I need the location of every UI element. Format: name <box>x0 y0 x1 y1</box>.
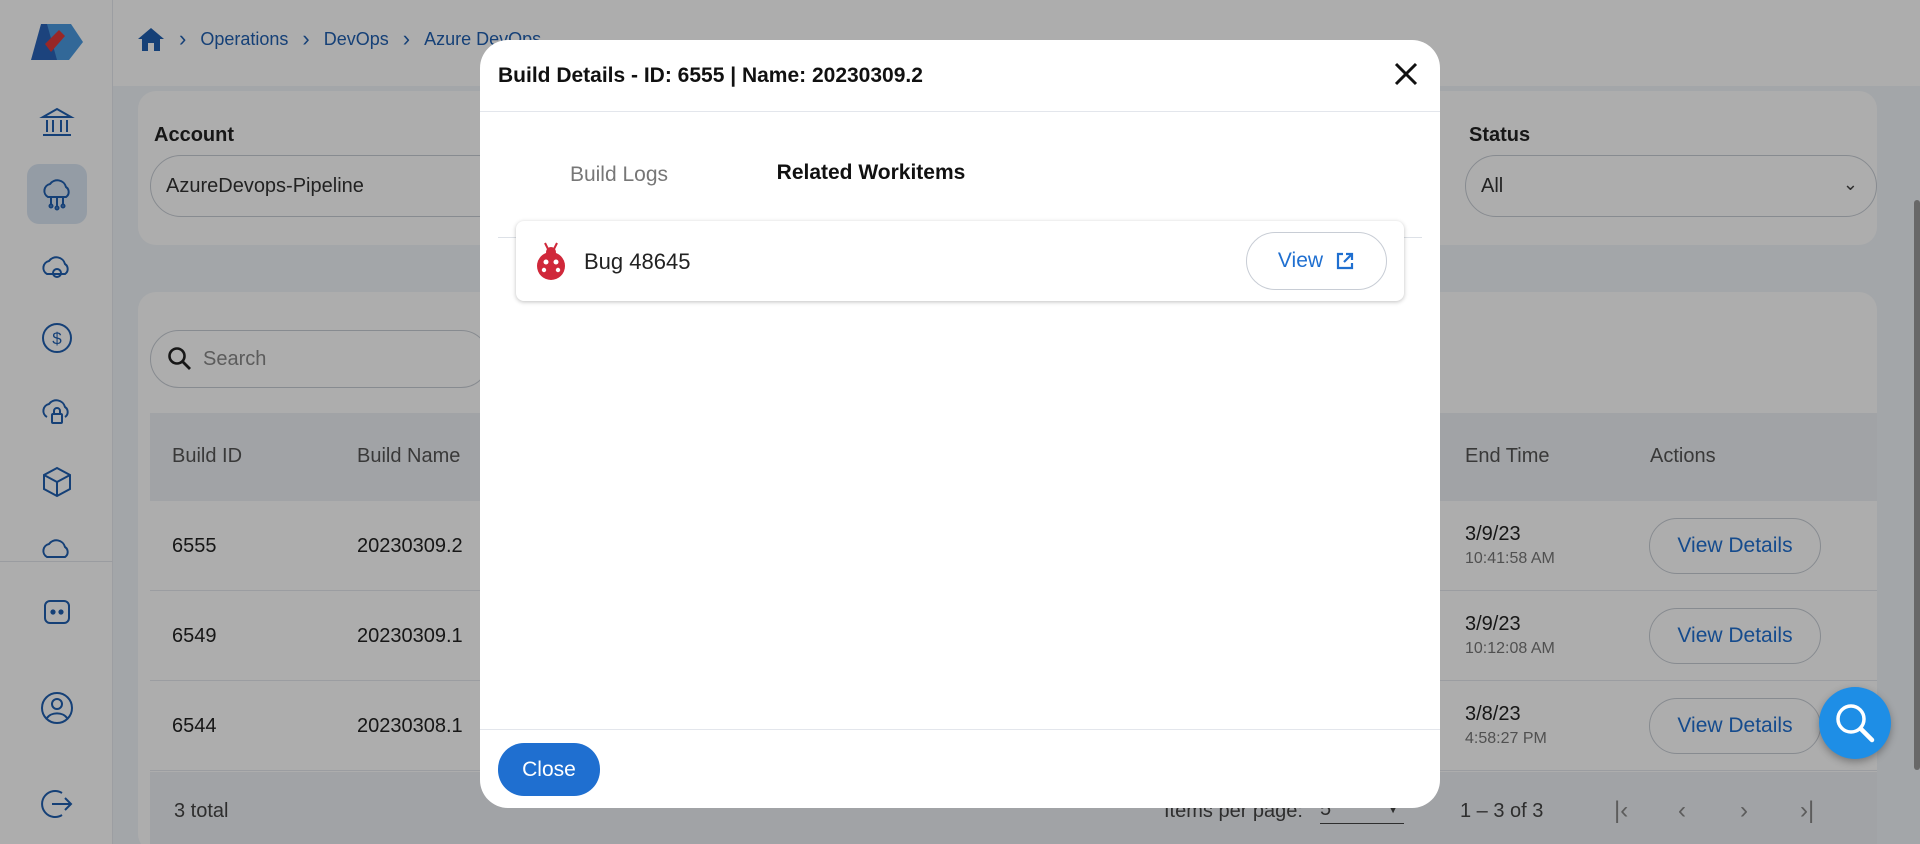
dialog-header: Build Details - ID: 6555 | Name: 2023030… <box>480 40 1440 112</box>
tab-related-workitems[interactable]: Related Workitems <box>740 112 1002 237</box>
external-link-icon <box>1336 252 1354 270</box>
view-workitem-button[interactable]: View <box>1246 232 1387 290</box>
workitem-card: Bug 48645 View <box>516 221 1404 301</box>
close-icon[interactable] <box>1390 58 1422 90</box>
dialog-title: Build Details - ID: 6555 | Name: 2023030… <box>498 64 923 87</box>
search-icon <box>1836 704 1875 743</box>
bug-icon <box>537 242 565 280</box>
search-fab-button[interactable] <box>1819 687 1891 759</box>
dialog-footer: Close <box>480 729 1440 808</box>
dialog-tabs: Build Logs Related Workitems <box>498 112 1422 238</box>
build-details-dialog: Build Details - ID: 6555 | Name: 2023030… <box>480 40 1440 808</box>
tab-build-logs[interactable]: Build Logs <box>498 112 740 237</box>
view-button-label: View <box>1277 249 1324 272</box>
close-button[interactable]: Close <box>498 743 600 796</box>
workitem-label: Bug 48645 <box>584 249 691 274</box>
